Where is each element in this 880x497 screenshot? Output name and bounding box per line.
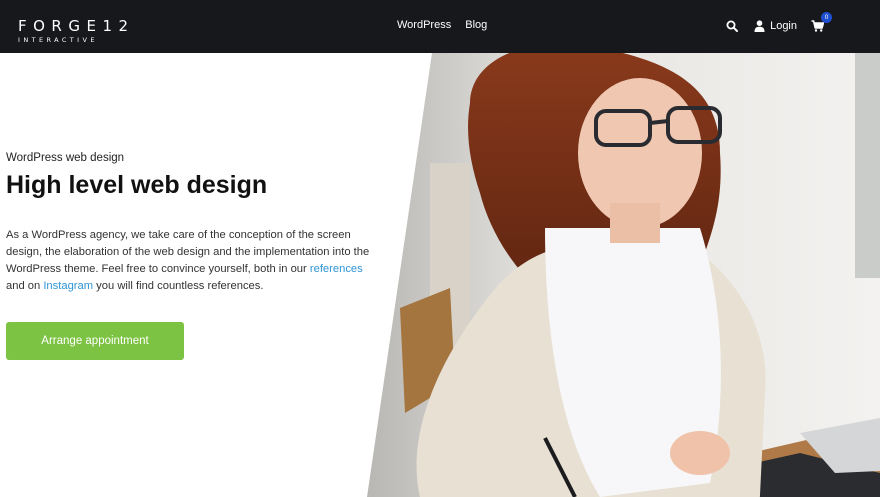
main-nav: WordPress Blog [397, 19, 498, 31]
hero-description: As a WordPress agency, we take care of t… [6, 227, 378, 295]
hero-title: High level web design [6, 171, 268, 199]
hero-text-part-3: you will find countless references. [93, 280, 264, 292]
cart-icon [811, 20, 824, 32]
cart-button[interactable]: 0 [811, 12, 832, 32]
hero-eyebrow: WordPress web design [6, 152, 125, 164]
instagram-link[interactable]: Instagram [43, 280, 93, 292]
header-tools: Login 0 [726, 12, 832, 38]
hero-section: WordPress web design High level web desi… [6, 152, 386, 360]
arrange-appointment-button[interactable]: Arrange appointment [6, 322, 184, 360]
login-button[interactable]: Login [754, 20, 797, 32]
brand-logo[interactable]: FORGE12 INTERACTIVE [18, 18, 135, 44]
hero-text-part-2: and on [6, 280, 44, 292]
brand-tagline: INTERACTIVE [18, 36, 98, 44]
user-icon [754, 20, 765, 32]
nav-item-wordpress[interactable]: WordPress [397, 19, 451, 31]
cart-count-badge: 0 [821, 12, 832, 23]
brand-name: FORGE12 [18, 17, 135, 35]
references-link[interactable]: references [310, 263, 363, 275]
search-button[interactable] [726, 20, 739, 32]
site-header: FORGE12 INTERACTIVE WordPress Blog Login [0, 0, 880, 53]
login-label: Login [770, 20, 797, 32]
search-icon [726, 20, 739, 32]
nav-item-blog[interactable]: Blog [465, 19, 487, 31]
